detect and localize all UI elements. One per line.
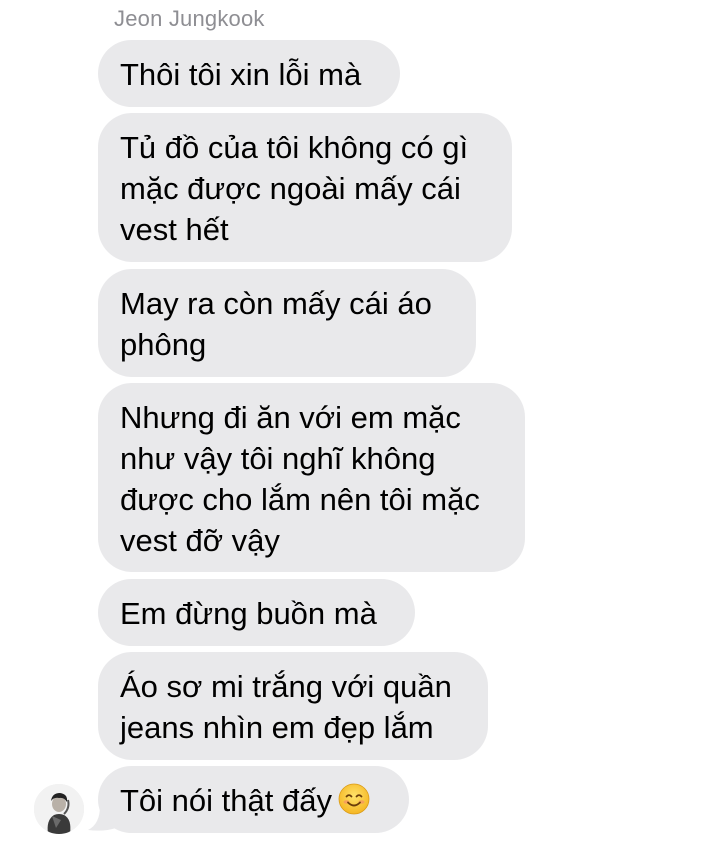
message-text: vest hết xyxy=(120,212,229,247)
message-text: May ra còn mấy cái áo xyxy=(120,286,432,321)
message-text: phông xyxy=(120,327,207,362)
message-bubble[interactable]: Tôi nói thật đấy xyxy=(98,766,409,833)
message-bubble[interactable]: May ra còn mấy cái áo phông xyxy=(98,269,476,377)
sender-name: Jeon Jungkook xyxy=(114,6,265,31)
message-text: Tôi nói thật đấy xyxy=(120,780,385,821)
message-text-content: Tôi nói thật đấy xyxy=(120,783,332,818)
avatar-image xyxy=(34,784,84,834)
message-bubble[interactable]: Em đừng buồn mà xyxy=(98,579,415,646)
message-text: jeans nhìn em đẹp lắm xyxy=(120,710,434,745)
smiling-face-emoji xyxy=(338,783,370,815)
message-text: được cho lắm nên tôi mặc xyxy=(120,482,480,517)
message-text: Nhưng đi ăn với em mặc xyxy=(120,400,461,435)
message-text: mặc được ngoài mấy cái xyxy=(120,171,461,206)
message-text: Áo sơ mi trắng với quần xyxy=(120,669,452,704)
message-text: vest đỡ vậy xyxy=(120,523,280,558)
message-text: Em đừng buồn mà xyxy=(120,596,377,631)
message-bubble[interactable]: Thôi tôi xin lỗi mà xyxy=(98,40,400,107)
message-bubble[interactable]: Áo sơ mi trắng với quần jeans nhìn em đẹ… xyxy=(98,652,488,760)
message-bubble[interactable]: Nhưng đi ăn với em mặc như vậy tôi nghĩ … xyxy=(98,383,525,572)
message-bubble[interactable]: Tủ đồ của tôi không có gì mặc được ngoài… xyxy=(98,113,512,262)
message-text: Tủ đồ của tôi không có gì xyxy=(120,130,469,165)
avatar[interactable] xyxy=(34,784,84,834)
message-text: Thôi tôi xin lỗi mà xyxy=(120,57,362,92)
message-text: như vậy tôi nghĩ không xyxy=(120,441,436,476)
